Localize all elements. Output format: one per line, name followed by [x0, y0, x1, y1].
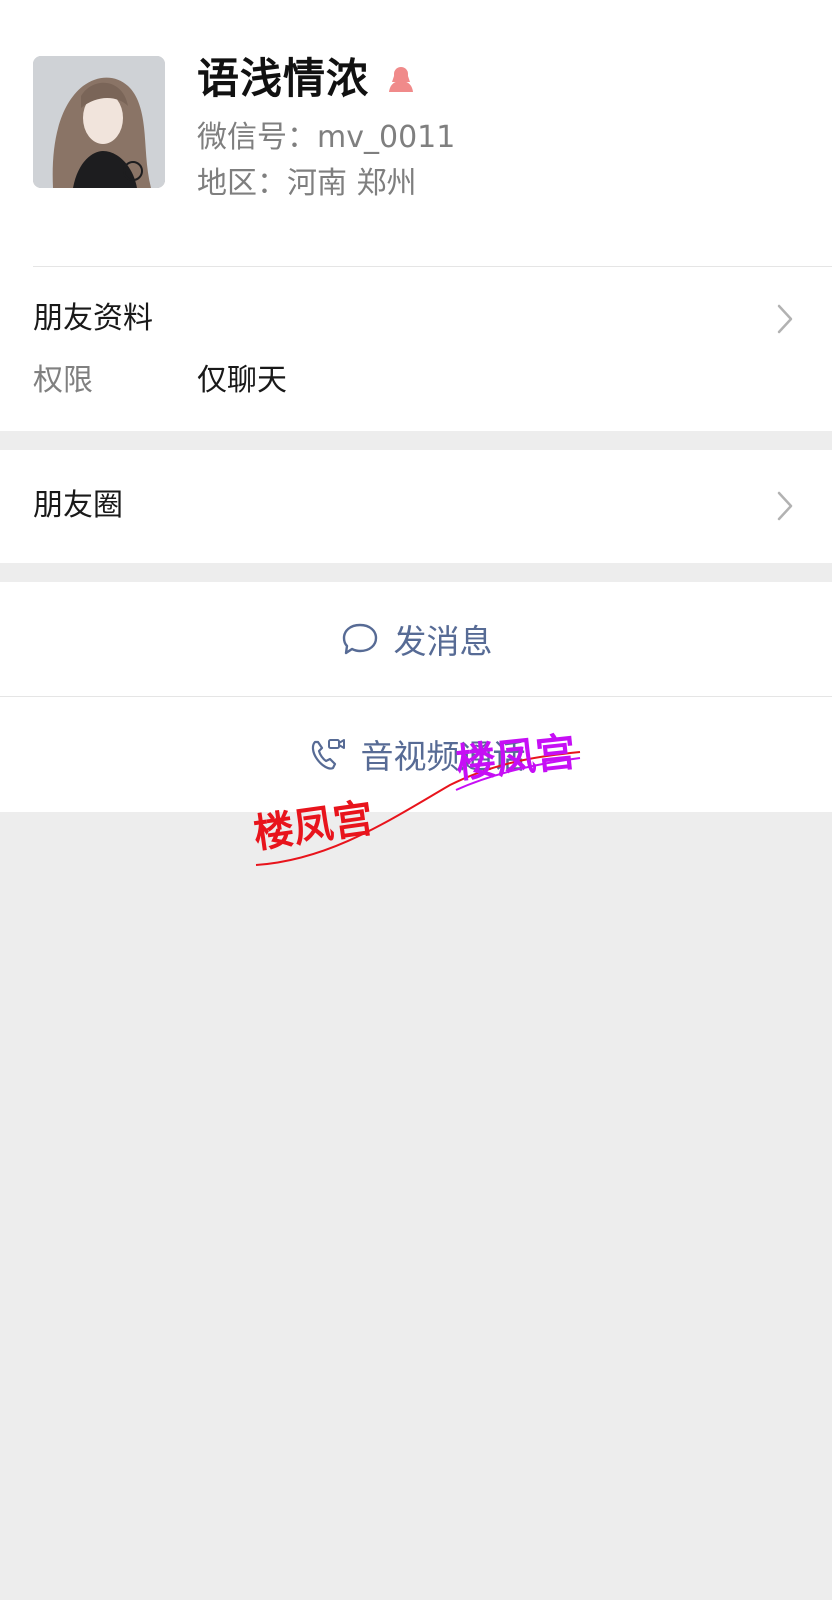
permission-value: 仅聊天	[197, 363, 287, 398]
friend-info-title: 朋友资料	[33, 301, 153, 336]
video-call-button[interactable]: 音视频通话	[0, 697, 832, 811]
video-call-icon	[311, 739, 345, 770]
moments-row[interactable]: 朋友圈	[0, 450, 832, 563]
avatar-image	[33, 56, 165, 188]
chat-bubble-icon	[342, 623, 377, 655]
send-message-label: 发消息	[393, 622, 493, 661]
female-icon	[389, 67, 413, 92]
video-call-label: 音视频通话	[360, 737, 526, 776]
chevron-right-icon	[777, 304, 793, 334]
action-section: 发消息 音视频通话	[0, 582, 832, 812]
chevron-right-icon	[777, 491, 793, 521]
region: 地区：河南 郑州	[197, 166, 417, 201]
permission-label: 权限	[33, 363, 93, 398]
moments-title: 朋友圈	[33, 488, 123, 523]
wechat-id: 微信号：mv_0011	[197, 120, 456, 155]
avatar[interactable]	[33, 56, 165, 188]
send-message-button[interactable]: 发消息	[0, 582, 832, 696]
profile-header: 语浅情浓 微信号：mv_0011 地区：河南 郑州	[0, 0, 832, 267]
friend-info-section[interactable]: 朋友资料	[0, 267, 832, 431]
contact-name: 语浅情浓	[197, 54, 370, 103]
